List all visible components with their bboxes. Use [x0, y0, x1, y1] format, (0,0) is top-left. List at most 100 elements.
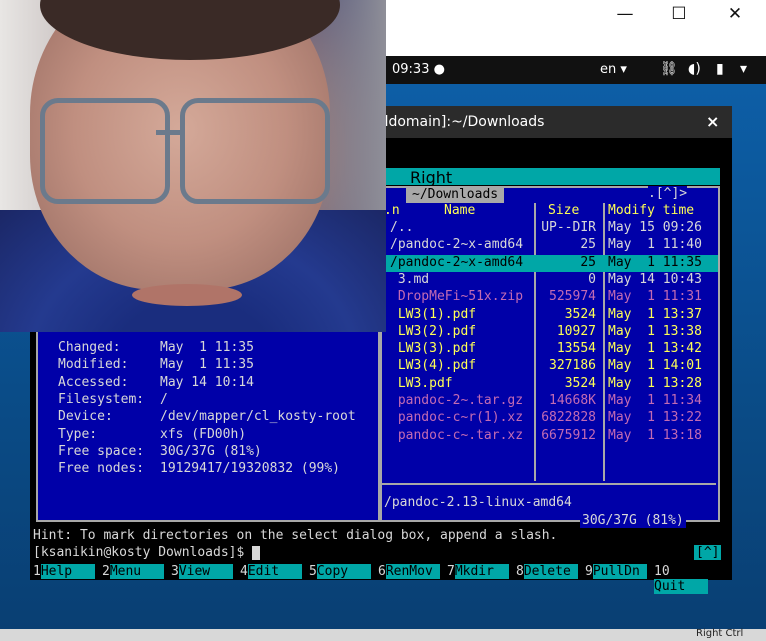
file-mtime: May 1 11:31 [608, 289, 702, 305]
prompt-text: [ksanikin@kosty Downloads]$ [33, 545, 245, 560]
fkey-mkdir[interactable]: 7Mkdir [447, 564, 509, 580]
cursor [252, 545, 261, 560]
column-name[interactable]: Name [444, 203, 475, 218]
file-row[interactable]: DropMeFi~51x.zip 525974 May 1 11:31 [382, 289, 718, 306]
fkey-label: Quit [654, 579, 708, 594]
fkey-help[interactable]: 1Help [33, 564, 95, 580]
fkey-number: 3 [171, 564, 179, 579]
minimize-button[interactable]: — [610, 4, 640, 24]
fkey-copy[interactable]: 5Copy [309, 564, 371, 580]
battery-icon[interactable]: ▮ [716, 61, 724, 77]
file-name: pandoc-2~.tar.gz [390, 393, 524, 408]
panel-path: ~/Downloads [406, 186, 505, 203]
panel-divider [382, 483, 716, 485]
file-size: 14668K [549, 393, 596, 408]
info-key: Free space: [58, 443, 145, 459]
fkey-number: 8 [516, 564, 524, 579]
command-prompt[interactable]: [ksanikin@kosty Downloads]$ [33, 545, 261, 560]
info-row: Accessed: May 14 10:14 [58, 375, 254, 390]
file-name: LW3.pdf [390, 375, 453, 391]
maximize-button[interactable]: ☐ [664, 4, 694, 24]
scroll-indicator[interactable]: [^] [694, 545, 722, 560]
info-value: xfs (FD00h) [160, 426, 247, 442]
clock[interactable]: 09:33 ● [392, 62, 445, 77]
glasses-left-lens [40, 98, 170, 204]
fkey-label: Edit [247, 564, 302, 579]
column-sort-indicator[interactable]: .n [384, 203, 400, 218]
file-size: 0 [588, 271, 596, 287]
function-key-bar: 1Help 2Menu 3View 4Edit 5Copy 6RenMov 7Mkdir 8D… [33, 564, 721, 594]
fkey-pulldn[interactable]: 9PullDn [585, 564, 647, 580]
info-row: Modified: May 1 11:35 [58, 357, 254, 372]
host-taskbar: Right Ctrl [0, 628, 766, 641]
file-name: LW3(2).pdf [390, 323, 477, 339]
file-mtime: May 1 11:40 [608, 237, 702, 253]
menu-right[interactable]: Right [410, 168, 452, 187]
file-size: 10927 [556, 323, 596, 339]
file-row[interactable]: pandoc-2~.tar.gz 14668K May 1 11:34 [382, 393, 718, 410]
fkey-menu[interactable]: 2Menu [102, 564, 164, 580]
free-space: 30G/37G (81%) [580, 513, 686, 528]
file-mtime: May 1 11:35 [608, 254, 702, 270]
info-key: Type: [58, 426, 98, 442]
file-name: /.. [390, 220, 414, 235]
file-mtime: May 1 13:37 [608, 306, 702, 322]
file-row[interactable]: LW3(2).pdf 10927 May 1 13:38 [382, 324, 718, 341]
file-row[interactable]: LW3(3).pdf 13554 May 1 13:42 [382, 341, 718, 358]
file-mtime: May 1 13:22 [608, 410, 702, 426]
info-value: / [160, 391, 168, 407]
file-row[interactable]: LW3(4).pdf 327186 May 1 14:01 [382, 358, 718, 375]
glasses-bridge [156, 130, 182, 135]
panel-nav-buttons[interactable]: .[^]> [648, 186, 688, 201]
language-selector[interactable]: en ▾ [600, 62, 627, 77]
fkey-label: Mkdir [454, 564, 509, 579]
info-value: May 14 10:14 [160, 374, 254, 390]
file-row[interactable]: LW3.pdf 3524 May 1 13:28 [382, 376, 718, 393]
fkey-view[interactable]: 3View [171, 564, 233, 580]
file-mtime: May 1 13:18 [608, 427, 702, 443]
info-key: Accessed: [58, 374, 129, 390]
mini-status: /pandoc-2.13-linux-amd64 [384, 495, 572, 510]
fkey-edit[interactable]: 4Edit [240, 564, 302, 580]
column-modify-time[interactable]: Modify time [608, 203, 694, 218]
file-row[interactable]: pandoc-c~.tar.xz 6675912 May 1 13:18 [382, 428, 718, 445]
volume-icon[interactable]: ◖) [688, 61, 701, 77]
network-icon[interactable]: ⛓ [660, 61, 678, 77]
file-row[interactable]: /pandoc-2~x-amd64 25 May 1 11:35 [382, 254, 718, 272]
file-mtime: May 1 13:28 [608, 375, 702, 391]
hint-line: Hint: To mark directories on the select … [33, 528, 558, 543]
info-row: Filesystem: / [58, 392, 168, 407]
file-name: pandoc-c~r(1).xz [390, 410, 524, 426]
fkey-quit[interactable]: 10Quit [654, 564, 721, 594]
file-row[interactable]: 3.md 0 May 14 10:43 [382, 272, 718, 289]
file-mtime: May 1 13:42 [608, 341, 702, 357]
info-value: May 1 11:35 [160, 340, 254, 355]
file-size: 25 [580, 254, 596, 270]
file-size: 25 [580, 237, 596, 253]
webcam-mouth [132, 284, 242, 306]
file-row[interactable]: pandoc-c~r(1).xz 6822828 May 1 13:22 [382, 410, 718, 427]
file-size: 525974 [549, 289, 596, 305]
info-value: 30G/37G (81%) [160, 443, 262, 459]
file-name: LW3(1).pdf [390, 306, 477, 322]
file-row[interactable]: /pandoc-2~x-amd64 25 May 1 11:40 [382, 237, 718, 254]
file-size: 3524 [564, 375, 596, 391]
close-button[interactable]: ✕ [720, 4, 750, 24]
file-name: DropMeFi~51x.zip [390, 289, 524, 305]
file-size: 13554 [556, 341, 596, 357]
file-name: /pandoc-2~x-amd64 [390, 237, 524, 253]
info-row: Changed: May 1 11:35 [58, 340, 254, 355]
file-name: /pandoc-2~x-amd64 [390, 254, 524, 270]
fkey-label: RenMov [385, 564, 440, 579]
column-size[interactable]: Size [548, 203, 579, 218]
chevron-down-icon[interactable]: ▾ [740, 61, 747, 77]
fkey-renmov[interactable]: 6RenMov [378, 564, 440, 580]
fkey-delete[interactable]: 8Delete [516, 564, 578, 580]
file-mtime: May 14 10:43 [608, 271, 702, 287]
file-row[interactable]: /.. UP--DIR May 15 09:26 [382, 220, 718, 237]
info-value: /dev/mapper/cl_kosty-root [160, 409, 356, 425]
terminal-titlebar: aldomain]:~/Downloads × [340, 106, 732, 138]
file-row[interactable]: LW3(1).pdf 3524 May 1 13:37 [382, 307, 718, 324]
mc-menubar[interactable]: Right [380, 168, 720, 187]
close-icon[interactable]: × [706, 112, 719, 131]
